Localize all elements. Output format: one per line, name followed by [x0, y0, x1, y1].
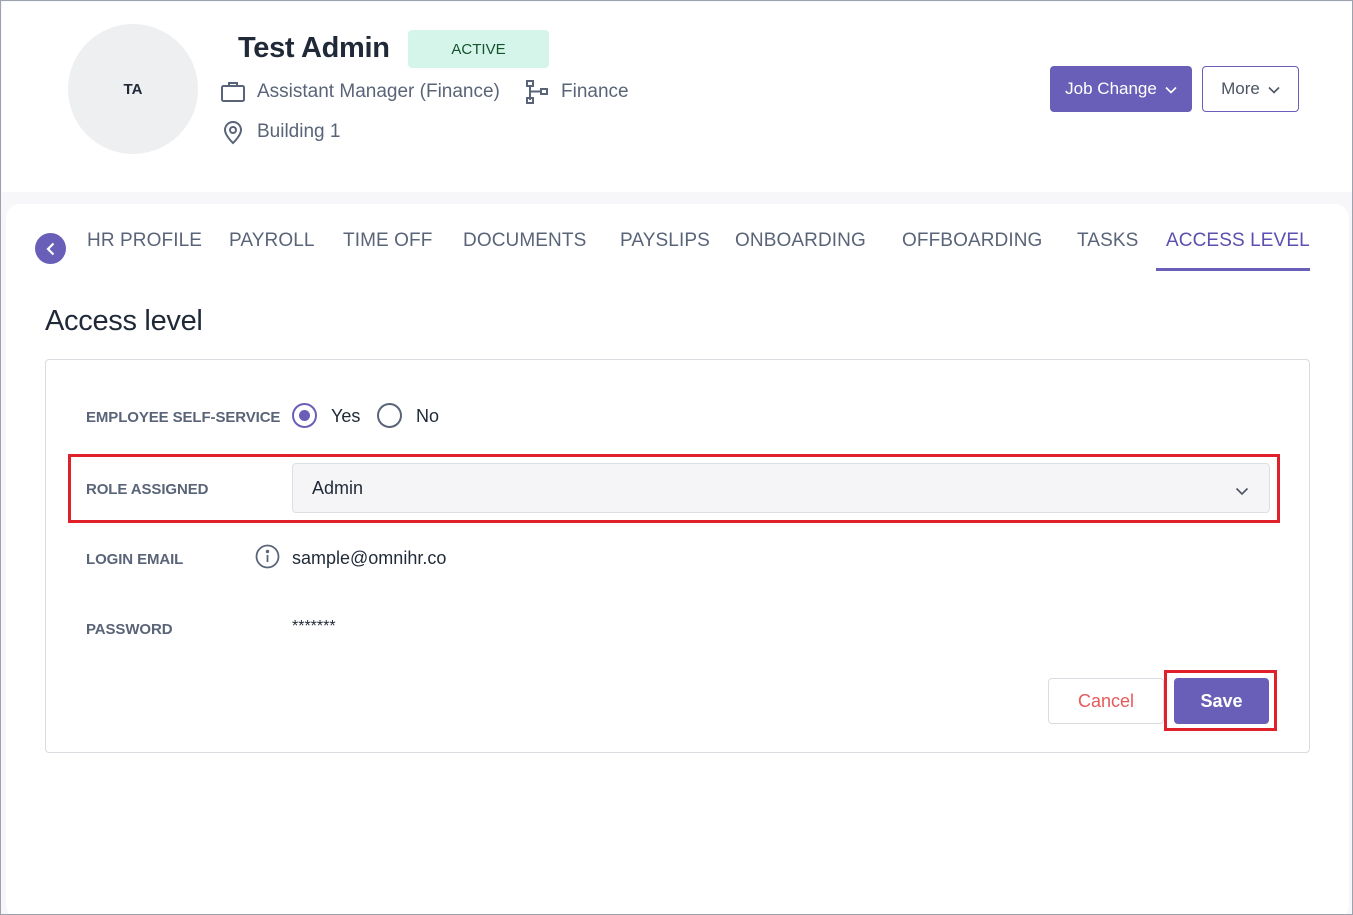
- chevron-left-icon: [45, 242, 54, 255]
- ess-yes-label[interactable]: Yes: [331, 406, 360, 427]
- more-button[interactable]: More: [1202, 66, 1299, 112]
- department-row: Finance: [523, 78, 629, 106]
- avatar: TA: [68, 24, 198, 154]
- password-label: PASSWORD: [86, 621, 173, 638]
- ess-no-label[interactable]: No: [416, 406, 439, 427]
- tab-hr-profile[interactable]: HR PROFILE: [87, 230, 202, 274]
- location-pin-icon: [219, 118, 247, 146]
- cancel-button[interactable]: Cancel: [1048, 678, 1164, 724]
- app-window: TA Test Admin ACTIVE Assistant Manager (…: [0, 0, 1353, 915]
- avatar-initials: TA: [123, 80, 143, 98]
- chevron-down-icon: [1268, 79, 1280, 99]
- active-tab-indicator: [1156, 268, 1310, 271]
- org-chart-icon: [523, 78, 551, 106]
- tab-onboarding[interactable]: ONBOARDING: [735, 230, 866, 274]
- chevron-down-icon: [1165, 79, 1177, 99]
- job-change-label: Job Change: [1065, 79, 1157, 98]
- tab-payroll[interactable]: PAYROLL: [229, 230, 315, 274]
- ess-yes-radio[interactable]: [292, 403, 317, 428]
- tab-tasks[interactable]: TASKS: [1077, 230, 1138, 274]
- briefcase-icon: [219, 78, 247, 106]
- ess-no-radio[interactable]: [377, 403, 402, 428]
- login-email-label: LOGIN EMAIL: [86, 551, 184, 568]
- role-select-value: Admin: [312, 477, 364, 498]
- access-level-form: EMPLOYEE SELF-SERVICE Yes No ROLE ASSIGN…: [45, 359, 1310, 753]
- content-card: HR PROFILE PAYROLL TIME OFF DOCUMENTS PA…: [6, 204, 1349, 914]
- page-title: Access level: [45, 305, 203, 337]
- save-button[interactable]: Save: [1174, 678, 1269, 724]
- login-email-value: sample@omnihr.co: [292, 548, 447, 568]
- info-icon[interactable]: [255, 544, 280, 574]
- tab-payslips[interactable]: PAYSLIPS: [620, 230, 710, 274]
- tab-documents[interactable]: DOCUMENTS: [463, 230, 586, 274]
- more-label: More: [1221, 79, 1260, 98]
- ess-label: EMPLOYEE SELF-SERVICE: [86, 409, 281, 426]
- back-button[interactable]: [35, 233, 66, 264]
- role-select[interactable]: Admin: [292, 463, 1270, 513]
- department: Finance: [561, 81, 629, 102]
- employee-name: Test Admin: [238, 32, 390, 64]
- password-value: *******: [292, 618, 336, 635]
- tab-offboarding[interactable]: OFFBOARDING: [902, 230, 1042, 274]
- job-change-button[interactable]: Job Change: [1050, 66, 1192, 112]
- job-title-row: Assistant Manager (Finance): [219, 78, 500, 106]
- location-row: Building 1: [219, 118, 340, 146]
- profile-header: TA Test Admin ACTIVE Assistant Manager (…: [2, 2, 1352, 192]
- tab-time-off[interactable]: TIME OFF: [343, 230, 432, 274]
- job-title: Assistant Manager (Finance): [257, 81, 500, 102]
- role-label: ROLE ASSIGNED: [86, 481, 209, 498]
- chevron-down-icon: [1235, 480, 1249, 501]
- status-badge: ACTIVE: [408, 30, 549, 68]
- location: Building 1: [257, 121, 341, 142]
